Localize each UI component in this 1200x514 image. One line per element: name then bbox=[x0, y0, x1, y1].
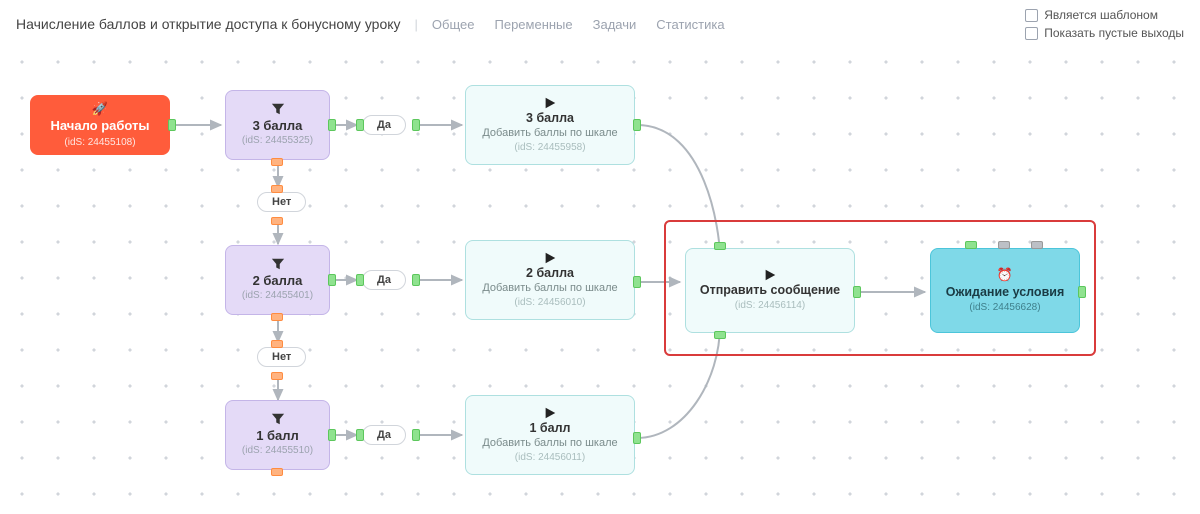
tab-general[interactable]: Общее bbox=[432, 17, 475, 32]
node-id: (idS: 24456011) bbox=[515, 452, 585, 465]
funnel-icon bbox=[271, 257, 285, 271]
port-out[interactable] bbox=[633, 276, 641, 288]
node-id: (idS: 24455401) bbox=[242, 290, 313, 303]
checkbox-is-template[interactable]: Является шаблоном bbox=[1025, 8, 1184, 22]
node-filter-1[interactable]: 1 балл (idS: 24455510) bbox=[225, 400, 330, 470]
port[interactable] bbox=[271, 372, 283, 380]
funnel-icon bbox=[271, 412, 285, 426]
node-title: 2 балла bbox=[253, 273, 303, 289]
edge-label-no[interactable]: Нет bbox=[257, 192, 306, 212]
node-action-1[interactable]: 1 балл Добавить баллы по шкале (idS: 244… bbox=[465, 395, 635, 475]
node-id: (idS: 24455510) bbox=[242, 445, 313, 458]
checkbox-icon bbox=[1025, 27, 1038, 40]
node-action-2[interactable]: 2 балла Добавить баллы по шкале (idS: 24… bbox=[465, 240, 635, 320]
node-id: (idS: 24455325) bbox=[242, 135, 313, 148]
port[interactable] bbox=[271, 217, 283, 225]
port-out[interactable] bbox=[168, 119, 176, 131]
play-icon bbox=[543, 406, 557, 420]
node-title: 1 балл bbox=[256, 428, 299, 444]
checkbox-show-empty[interactable]: Показать пустые выходы bbox=[1025, 26, 1184, 40]
edge-label-yes[interactable]: Да bbox=[362, 115, 406, 135]
port[interactable] bbox=[271, 340, 283, 348]
node-filter-2[interactable]: 2 балла (idS: 24455401) bbox=[225, 245, 330, 315]
node-action-3[interactable]: 3 балла Добавить баллы по шкале (idS: 24… bbox=[465, 85, 635, 165]
node-title: 3 балла bbox=[526, 111, 574, 127]
highlight-box bbox=[664, 220, 1096, 356]
port[interactable] bbox=[412, 119, 420, 131]
node-id: (idS: 24456010) bbox=[514, 297, 585, 310]
flow-canvas[interactable]: 🚀 Начало работы (idS: 24455108) 3 балла … bbox=[0, 40, 1200, 510]
port[interactable] bbox=[356, 119, 364, 131]
rocket-icon: 🚀 bbox=[92, 101, 108, 117]
node-desc: Добавить баллы по шкале bbox=[482, 437, 617, 451]
node-title: Начало работы bbox=[51, 118, 150, 134]
port-out-yes[interactable] bbox=[328, 119, 336, 131]
header: Начисление баллов и открытие доступа к б… bbox=[0, 0, 1200, 40]
play-icon bbox=[543, 251, 557, 265]
port[interactable] bbox=[412, 274, 420, 286]
node-title: 1 балл bbox=[530, 421, 571, 437]
checkbox-label: Показать пустые выходы bbox=[1044, 26, 1184, 40]
page-title: Начисление баллов и открытие доступа к б… bbox=[16, 16, 401, 32]
tab-tasks[interactable]: Задачи bbox=[593, 17, 637, 32]
node-title: 3 балла bbox=[253, 118, 303, 134]
port-out-no[interactable] bbox=[271, 158, 283, 166]
node-id: (idS: 24455958) bbox=[514, 142, 585, 155]
funnel-icon bbox=[271, 102, 285, 116]
node-desc: Добавить баллы по шкале bbox=[482, 282, 617, 296]
port-out[interactable] bbox=[633, 432, 641, 444]
separator: | bbox=[415, 17, 418, 32]
node-id: (idS: 24455108) bbox=[64, 137, 135, 150]
port-out-no[interactable] bbox=[271, 313, 283, 321]
port[interactable] bbox=[412, 429, 420, 441]
node-title: 2 балла bbox=[526, 266, 574, 282]
node-start[interactable]: 🚀 Начало работы (idS: 24455108) bbox=[30, 95, 170, 155]
edge-label-yes[interactable]: Да bbox=[362, 425, 406, 445]
tab-stats[interactable]: Статистика bbox=[656, 17, 724, 32]
tab-variables[interactable]: Переменные bbox=[495, 17, 573, 32]
checkbox-label: Является шаблоном bbox=[1044, 8, 1158, 22]
header-options: Является шаблоном Показать пустые выходы bbox=[1025, 8, 1184, 40]
checkbox-icon bbox=[1025, 9, 1038, 22]
port-out-yes[interactable] bbox=[328, 429, 336, 441]
node-desc: Добавить баллы по шкале bbox=[482, 127, 617, 141]
port-out[interactable] bbox=[633, 119, 641, 131]
port[interactable] bbox=[271, 185, 283, 193]
edge-label-yes[interactable]: Да bbox=[362, 270, 406, 290]
play-icon bbox=[543, 96, 557, 110]
port[interactable] bbox=[356, 429, 364, 441]
port[interactable] bbox=[356, 274, 364, 286]
node-filter-3[interactable]: 3 балла (idS: 24455325) bbox=[225, 90, 330, 160]
edge-label-no[interactable]: Нет bbox=[257, 347, 306, 367]
port-out-yes[interactable] bbox=[328, 274, 336, 286]
port-out-no[interactable] bbox=[271, 468, 283, 476]
